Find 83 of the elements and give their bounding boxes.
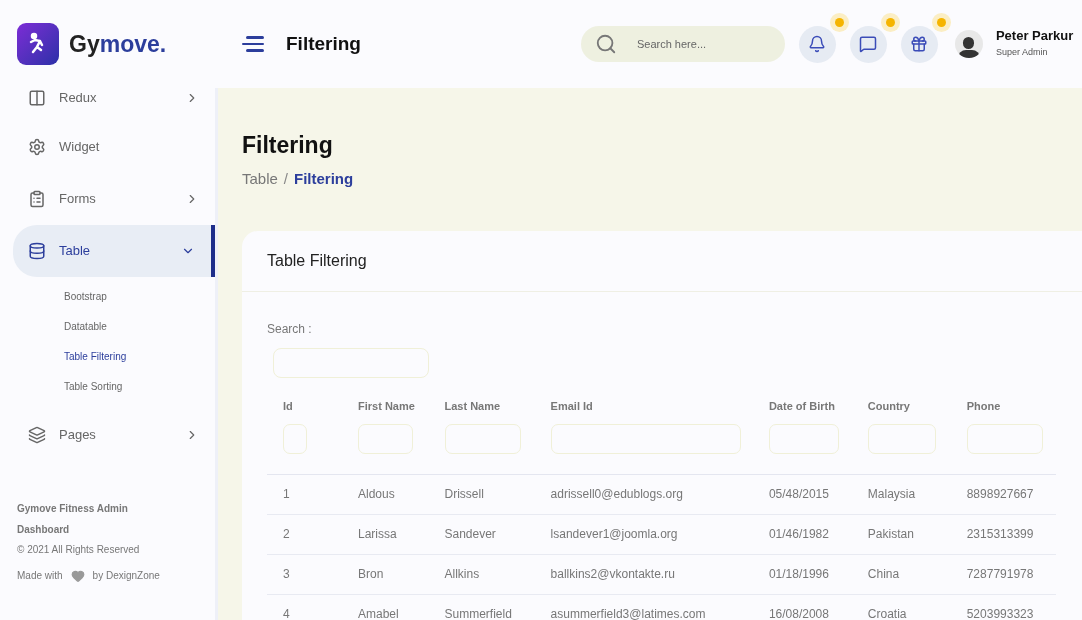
column-filter[interactable] <box>768 423 839 454</box>
logo-icon <box>17 23 59 65</box>
sidebar-item[interactable]: Forms <box>13 173 215 225</box>
panel-icon <box>28 89 46 107</box>
search-icon <box>594 33 617 55</box>
table-cell: lsandever1@joomla.org <box>550 527 678 541</box>
table-cell: asummerfield3@latimes.com <box>550 607 706 620</box>
sidebar-item[interactable]: Redux <box>13 88 215 108</box>
made-with-text: Made with <box>17 569 63 583</box>
table-cell: Amabel <box>358 607 399 620</box>
column-header: Last Name <box>444 398 502 414</box>
column-filter[interactable] <box>550 423 741 454</box>
bell-icon <box>808 35 827 53</box>
card-title: Table Filtering <box>242 230 1082 292</box>
breadcrumb-item: Filtering <box>294 169 354 189</box>
sidebar-item[interactable]: Table <box>13 225 215 277</box>
author-credit: by DexignZone <box>92 569 160 583</box>
table-cell: Drissell <box>444 487 484 501</box>
header-icon-button[interactable] <box>900 25 938 63</box>
table-cell: China <box>867 567 900 581</box>
breadcrumb-item[interactable]: Table <box>242 168 278 191</box>
column-header: Phone <box>966 398 1002 414</box>
table-cell: Aldous <box>358 487 395 501</box>
table-cell: 1 <box>283 487 290 501</box>
header-icon-button[interactable] <box>798 25 836 63</box>
table-cell: 2315313399 <box>966 527 1034 541</box>
table-cell: 01/18/1996 <box>768 567 829 581</box>
submenu-item[interactable]: Bootstrap <box>0 281 215 311</box>
table-cell: Summerfield <box>444 607 512 620</box>
submenu-item[interactable]: Table Sorting <box>0 371 215 401</box>
sidebar-item[interactable]: Pages <box>13 409 215 461</box>
brand-name: Gymove. <box>69 29 167 59</box>
column-filter[interactable] <box>444 423 521 454</box>
heart-icon <box>70 568 85 583</box>
table-cell: Bron <box>358 567 384 581</box>
column-filter[interactable] <box>358 423 413 454</box>
table-cell: 16/08/2008 <box>768 607 829 620</box>
table-cell: adrissell0@edublogs.org <box>550 487 683 501</box>
database-icon <box>28 242 46 260</box>
breadcrumb-separator: / <box>283 169 289 189</box>
footer-title: Gymove Fitness Admin Dashboard <box>17 502 129 537</box>
table-cell: Malaysia <box>867 487 916 501</box>
user-role: Super Admin <box>995 46 1049 60</box>
table-cell: 3 <box>283 567 290 581</box>
column-header: Date of Birth <box>768 398 836 414</box>
submenu-item[interactable]: Table Filtering <box>0 341 215 371</box>
column-header: Country <box>867 398 911 414</box>
column-filter[interactable] <box>867 423 936 454</box>
table-cell: 01/46/1982 <box>768 527 829 541</box>
page-title: Filtering <box>242 132 334 158</box>
copyright: © 2021 All Rights Reserved <box>17 543 141 557</box>
table-cell: Allkins <box>444 567 480 581</box>
column-header: Email Id <box>550 398 594 414</box>
table-cell: 05/48/2015 <box>768 487 829 501</box>
table-cell: 8898927667 <box>966 487 1034 501</box>
table-cell: Pakistan <box>867 527 914 541</box>
sidebar-item[interactable]: Widget <box>13 121 215 173</box>
table-cell: 5203993323 <box>966 607 1034 620</box>
gift-icon <box>910 35 929 53</box>
table-cell: Sandever <box>444 527 496 541</box>
message-icon <box>859 35 878 53</box>
column-filter[interactable] <box>966 423 1043 454</box>
header-icon-button[interactable] <box>849 25 887 63</box>
column-header: First Name <box>358 398 416 414</box>
table-cell: Larissa <box>358 527 397 541</box>
header-title: Filtering <box>286 31 361 56</box>
column-header: Id <box>283 398 294 414</box>
table-cell: ballkins2@vkontakte.ru <box>550 567 675 581</box>
gear-icon <box>28 138 46 156</box>
column-filter[interactable] <box>283 423 307 454</box>
search-label: Search : <box>267 320 313 338</box>
table-cell: Croatia <box>867 607 907 620</box>
table-cell: 4 <box>283 607 290 620</box>
menu-button[interactable] <box>242 36 264 52</box>
submenu-item[interactable]: Datatable <box>0 311 215 341</box>
table-cell: 2 <box>283 527 290 541</box>
search-input[interactable] <box>273 347 429 378</box>
layers-icon <box>28 426 46 444</box>
clipboard-icon <box>28 190 46 208</box>
table-cell: 7287791978 <box>966 567 1034 581</box>
avatar[interactable] <box>954 30 983 58</box>
search-field[interactable]: Search here... <box>580 26 785 62</box>
user-name: Peter Parkur <box>995 28 1074 45</box>
